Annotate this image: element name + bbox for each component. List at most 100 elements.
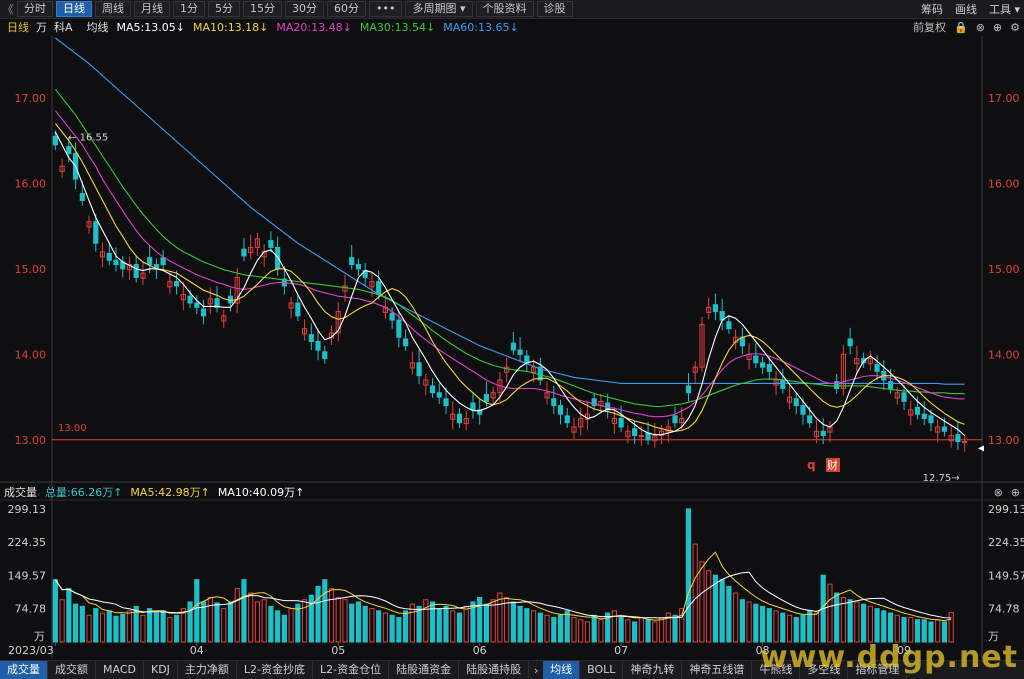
volume-bar (834, 592, 840, 643)
candle-body (887, 381, 894, 390)
candle-body (315, 340, 321, 351)
candle-body (766, 364, 772, 372)
candle-body (160, 257, 166, 266)
volume-bar (450, 610, 456, 643)
volume-bar (79, 605, 85, 643)
candle-body (133, 264, 139, 278)
candle-body (187, 295, 193, 304)
candle-body (241, 248, 247, 257)
volume-bar (93, 608, 99, 643)
candle-body (268, 240, 274, 248)
volume-bar (685, 508, 692, 643)
volume-unit-left: 万 (34, 630, 45, 643)
indicator-tab-3[interactable]: KDJ (144, 661, 178, 679)
price-tick-right: 16.00 (988, 177, 1020, 190)
volume-bar (598, 619, 604, 643)
volume-bar (827, 583, 833, 643)
candle-body (416, 362, 422, 377)
volume-bar (281, 614, 287, 643)
reference-line-label: 13.00 (58, 423, 87, 434)
candle-body (403, 338, 409, 347)
indicator-tab-4[interactable]: 主力净额 (178, 661, 237, 679)
volume-bar (793, 617, 799, 643)
volume-tick-right: 299.13 (988, 503, 1024, 516)
volume-bar (726, 585, 732, 643)
add-circle-icon[interactable]: ⊕ (1011, 486, 1020, 499)
candle-body (275, 246, 281, 270)
volume-bar (268, 605, 274, 643)
volume-bar (342, 599, 348, 643)
volume-bar (328, 588, 335, 643)
volume-bar (187, 601, 193, 643)
volume-bar (174, 614, 180, 643)
volume-bar (72, 603, 79, 643)
x-axis-label: 05 (331, 644, 345, 657)
x-axis-label: 07 (614, 644, 628, 657)
indicator-tab-7[interactable]: 陆股通资金 (389, 661, 460, 679)
indicator-tab-6[interactable]: L2-资金仓位 (313, 661, 390, 679)
price-tick-left: 15.00 (15, 263, 47, 276)
candle-body (429, 385, 436, 394)
candle-body (564, 415, 570, 424)
volume-bar (221, 608, 227, 643)
volume-bar (746, 601, 752, 643)
candle-body (820, 430, 826, 437)
indicator-tab-8[interactable]: 陆股通持股 (459, 661, 530, 679)
candle-body (955, 434, 961, 443)
candle-body (712, 304, 719, 313)
candle-body (685, 385, 692, 394)
volume-bar (456, 612, 463, 643)
volume-legend: 成交量 总量:66.26万↑ MA5:42.98万↑ MA10:40.09万↑ (0, 484, 304, 500)
volume-bar (99, 612, 106, 643)
volume-bar (914, 619, 921, 643)
volume-bar (315, 585, 321, 643)
volume-bar (443, 605, 449, 643)
candle-body (93, 221, 99, 244)
volume-bar (369, 608, 375, 643)
candle-body (847, 338, 853, 347)
kline-chart[interactable]: 17.00 17.00 16.00 16.00 15.00 15.00 14.00 14.00… (0, 0, 1024, 678)
candle-body (113, 259, 119, 266)
volume-bar (692, 543, 698, 643)
indicator-tab-2[interactable]: MACD (96, 661, 144, 679)
volume-bar (935, 619, 941, 643)
volume-bar (200, 601, 207, 643)
volume-bar (901, 617, 907, 643)
volume-bar (874, 608, 880, 643)
chevron-right-icon[interactable]: › (529, 664, 543, 677)
volume-bar (490, 599, 496, 643)
volume-bar (571, 617, 577, 643)
indicator-tab-13[interactable]: 神奇五线谱 (682, 661, 753, 679)
indicator-tab-0[interactable]: 成交量 (0, 661, 48, 679)
candle-body (557, 405, 564, 415)
candle-body (174, 281, 180, 287)
indicator-tab-12[interactable]: 神奇九转 (623, 661, 683, 679)
candle-body (759, 362, 766, 368)
volume-bar (625, 619, 631, 643)
candle-body (901, 392, 907, 402)
volume-bar (544, 614, 550, 643)
volume-bar (921, 619, 927, 643)
high-price-label: ← 16.55 (68, 132, 108, 143)
candle-body (874, 364, 880, 372)
volume-bar (510, 601, 516, 643)
volume-bar (645, 619, 651, 643)
price-tick-right: 15.00 (988, 263, 1020, 276)
volume-bar (355, 601, 362, 643)
candle-body (807, 415, 813, 424)
volume-bar (766, 608, 772, 643)
close-circle-icon[interactable]: ⊗ (994, 486, 1003, 499)
candle-body (66, 146, 72, 154)
candle-body (79, 193, 85, 201)
candle-body (396, 319, 402, 338)
volume-bar (382, 612, 388, 643)
candle-body (921, 413, 927, 419)
volume-bar (733, 592, 739, 643)
volume-bar (658, 617, 665, 643)
indicator-tab-11[interactable]: BOLL (580, 661, 624, 679)
indicator-tab-5[interactable]: L2-资金抄底 (237, 661, 314, 679)
indicator-tab-10[interactable]: 均线 (543, 661, 581, 679)
candle-body (962, 441, 968, 444)
volume-bar (887, 612, 894, 643)
indicator-tab-1[interactable]: 成交额 (48, 661, 96, 679)
